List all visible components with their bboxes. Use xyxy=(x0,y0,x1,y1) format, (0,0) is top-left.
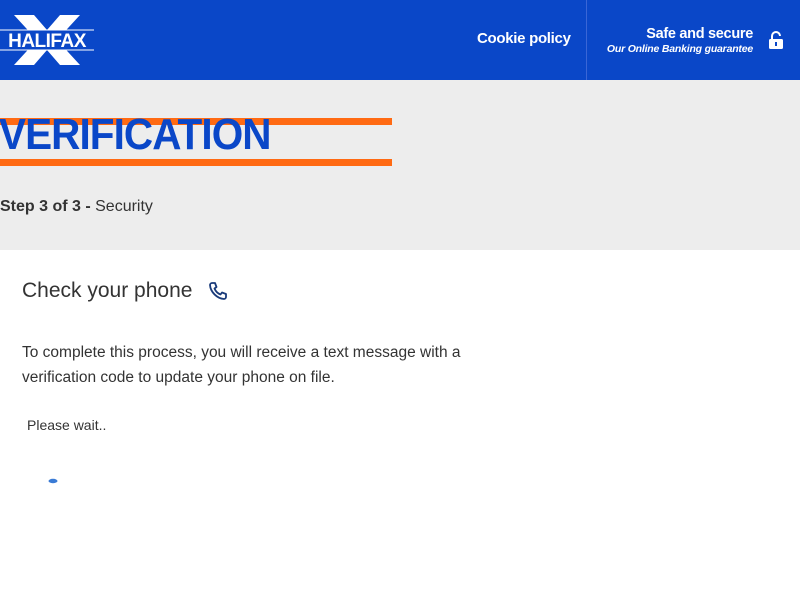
site-header: HALIFAX Cookie policy Safe and secure Ou… xyxy=(0,0,800,80)
halifax-logo[interactable]: HALIFAX xyxy=(0,15,94,65)
description-text: To complete this process, you will recei… xyxy=(22,344,461,386)
logo-text: HALIFAX xyxy=(8,31,87,52)
page-banner: VERIFICATION Step 3 of 3 - Security xyxy=(0,80,800,250)
orange-bar-bottom xyxy=(0,159,392,166)
please-wait-text: Please wait.. xyxy=(27,417,107,433)
header-divider xyxy=(586,0,587,80)
step-indicator: Step 3 of 3 - Security xyxy=(0,198,153,216)
step-prefix: Step 3 of 3 - xyxy=(0,198,96,215)
lock-icon xyxy=(767,30,785,50)
secure-title: Safe and secure xyxy=(646,26,753,42)
phone-icon xyxy=(208,281,228,301)
section-heading: Check your phone xyxy=(22,279,193,302)
page-title: VERIFICATION xyxy=(0,110,271,159)
heading-row: Check your phone xyxy=(22,279,228,303)
safe-secure-link[interactable]: Safe and secure Our Online Banking guara… xyxy=(607,25,753,55)
secure-subtitle: Our Online Banking guarantee xyxy=(606,43,753,55)
loading-spinner-icon xyxy=(48,471,58,484)
cookie-policy-link[interactable]: Cookie policy xyxy=(477,30,571,47)
step-name: Security xyxy=(95,198,153,215)
